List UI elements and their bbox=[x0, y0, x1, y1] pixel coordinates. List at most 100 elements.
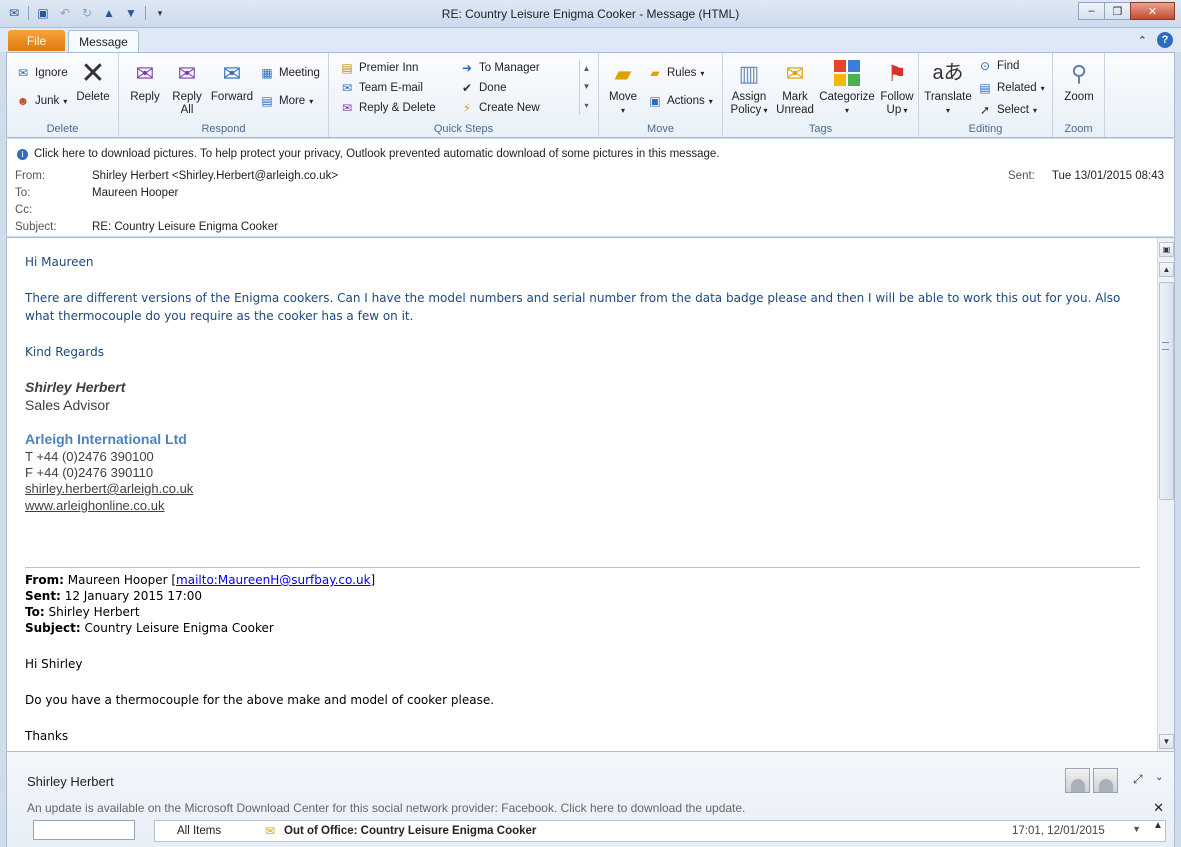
reply-all-button[interactable]: ✉ Reply All bbox=[167, 57, 207, 117]
download-pictures-infobar[interactable]: i Click here to download pictures. To he… bbox=[17, 148, 719, 160]
scroll-down-button[interactable]: ▼ bbox=[1159, 734, 1174, 749]
follow-up-button[interactable]: ⚑ Follow Up ▾ bbox=[877, 57, 917, 117]
calendar-icon: ▦ bbox=[261, 66, 273, 80]
window-title: RE: Country Leisure Enigma Cooker - Mess… bbox=[441, 7, 740, 21]
respond-group-label: Respond bbox=[201, 123, 246, 135]
chevron-down-icon: ▾ bbox=[1040, 83, 1045, 93]
vertical-scrollbar[interactable]: ▣ ▲ ▼ bbox=[1157, 238, 1174, 751]
quoted-mailto-link[interactable]: mailto:MaureenH@surfbay.co.uk bbox=[176, 573, 370, 587]
expand-pane-icon[interactable]: ⤢ bbox=[1133, 772, 1143, 787]
more-respond-button[interactable]: ▤ More ▾ bbox=[259, 93, 313, 109]
avatar[interactable] bbox=[1065, 768, 1090, 793]
quickstep-team-email[interactable]: ✉ Team E-mail bbox=[339, 80, 423, 96]
ignore-label: Ignore bbox=[35, 67, 68, 79]
collapse-ribbon-icon[interactable]: ⌃ bbox=[1138, 34, 1147, 47]
quoted-subject-value: Country Leisure Enigma Cooker bbox=[84, 621, 274, 635]
policy-icon: ▥ bbox=[738, 60, 760, 86]
infobar-text: Click here to download pictures. To help… bbox=[34, 148, 720, 160]
quick-steps-scroll[interactable]: ▲ ▼ ▾ bbox=[579, 59, 593, 115]
close-icon[interactable]: ✕ bbox=[1153, 800, 1164, 816]
from-value[interactable]: Shirley Herbert <Shirley.Herbert@arleigh… bbox=[92, 170, 338, 182]
quickstep-create-new[interactable]: ⚡ Create New bbox=[459, 100, 540, 116]
chevron-down-icon: ▾ bbox=[620, 106, 625, 115]
translate-button[interactable]: aあ Translate ▾ bbox=[923, 57, 973, 117]
editing-group-label: Editing bbox=[968, 123, 1003, 135]
reply-button[interactable]: ✉ Reply bbox=[125, 57, 165, 104]
chevron-down-icon: ▼ bbox=[582, 82, 591, 92]
closing: Kind Regards bbox=[25, 345, 104, 359]
minimize-button[interactable]: – bbox=[1078, 2, 1105, 20]
actions-button[interactable]: ▣ Actions ▾ bbox=[647, 93, 712, 109]
quoted-from: From: Maureen Hooper [mailto:MaureenH@su… bbox=[25, 573, 376, 587]
reply-icon: ✉ bbox=[135, 60, 155, 86]
message-header: i Click here to download pictures. To he… bbox=[6, 139, 1175, 236]
delete-group-label: Delete bbox=[46, 123, 79, 135]
meeting-button[interactable]: ▦ Meeting bbox=[259, 65, 320, 81]
quoted-sent-value: 12 January 2015 17:00 bbox=[64, 589, 203, 603]
junk-label: Junk bbox=[35, 95, 60, 107]
chevron-down-icon: ▾ bbox=[844, 106, 849, 115]
zoom-button[interactable]: ⚲ Zoom bbox=[1057, 57, 1101, 104]
quickstep-premier-inn[interactable]: ▤ Premier Inn bbox=[339, 60, 418, 76]
signature-website-link[interactable]: www.arleighonline.co.uk bbox=[25, 498, 164, 513]
all-items-tab[interactable]: All Items bbox=[177, 825, 221, 837]
quick-steps-group: ▤ Premier Inn ✉ Team E-mail ✉ Reply & De… bbox=[329, 53, 599, 137]
reply-label: Reply bbox=[130, 91, 160, 103]
tags-group: ▥ Assign Policy ▾ ✉ Mark Unread Categori… bbox=[723, 53, 919, 137]
tab-file[interactable]: File bbox=[8, 30, 65, 51]
chevron-down-icon[interactable]: ⌄ bbox=[1155, 772, 1163, 783]
translate-label: Translate bbox=[924, 91, 972, 103]
close-button[interactable]: ✕ bbox=[1130, 2, 1175, 20]
forward-icon: ✉ bbox=[222, 60, 242, 86]
window-controls: – ❐ ✕ bbox=[1078, 2, 1175, 20]
rules-button[interactable]: ▰ Rules ▾ bbox=[647, 65, 704, 81]
people-pane: Shirley Herbert ⤢ ⌄ An update is availab… bbox=[6, 752, 1175, 847]
find-button[interactable]: ⊙ Find bbox=[977, 58, 1019, 74]
related-button[interactable]: ▤ Related ▾ bbox=[977, 80, 1045, 96]
body-paragraph-line1: There are different versions of the Enig… bbox=[25, 291, 1121, 305]
avatar[interactable] bbox=[1093, 768, 1118, 793]
quoted-from-label: From: bbox=[25, 573, 64, 587]
junk-button[interactable]: ☻ Junk ▾ bbox=[15, 93, 68, 109]
select-button[interactable]: ➚ Select ▾ bbox=[977, 102, 1037, 118]
quoted-to-label: To: bbox=[25, 605, 45, 619]
tab-message[interactable]: Message bbox=[68, 30, 139, 53]
reply-all-label-line1: Reply bbox=[172, 91, 202, 103]
assign-policy-line1: Assign bbox=[731, 91, 767, 103]
people-pane-tabs[interactable] bbox=[33, 820, 135, 840]
quickstep-to-manager[interactable]: ➜ To Manager bbox=[459, 60, 540, 76]
forward-button[interactable]: ✉ Forward bbox=[209, 57, 255, 104]
people-pane-items: All Items ✉ Out of Office: Country Leisu… bbox=[154, 820, 1166, 842]
chevron-up-icon[interactable]: ▲ bbox=[1153, 820, 1163, 831]
message-body[interactable]: Hi Maureen There are different versions … bbox=[6, 237, 1175, 752]
list-item[interactable]: Out of Office: Country Leisure Enigma Co… bbox=[284, 825, 536, 837]
quickstep-reply-delete[interactable]: ✉ Reply & Delete bbox=[339, 100, 436, 116]
done-label: Done bbox=[479, 82, 507, 94]
help-icon[interactable]: ? bbox=[1157, 32, 1173, 48]
assign-policy-button[interactable]: ▥ Assign Policy ▾ bbox=[727, 57, 771, 117]
quick-steps-group-label: Quick Steps bbox=[433, 123, 494, 135]
chevron-down-icon[interactable]: ▼ bbox=[1132, 824, 1141, 834]
people-pane-name[interactable]: Shirley Herbert bbox=[27, 774, 114, 789]
editing-group: aあ Translate ▾ ⊙ Find ▤ Related ▾ ➚ Sele… bbox=[919, 53, 1053, 137]
actions-label: Actions bbox=[667, 95, 705, 107]
categorize-button[interactable]: Categorize ▾ bbox=[819, 57, 875, 117]
find-label: Find bbox=[997, 60, 1020, 72]
rules-label: Rules bbox=[667, 67, 697, 79]
reply-all-label-line2: All bbox=[180, 104, 194, 116]
chevron-down-icon: ▾ bbox=[1032, 105, 1037, 115]
view-options-icon[interactable]: ▣ bbox=[1159, 242, 1174, 257]
delete-button[interactable]: ✕ Delete bbox=[73, 57, 113, 104]
to-label: To: bbox=[15, 187, 31, 199]
move-button[interactable]: ▰ Move ▾ bbox=[605, 57, 641, 117]
restore-button[interactable]: ❐ bbox=[1104, 2, 1131, 20]
folder-move-icon: ▰ bbox=[614, 60, 632, 86]
scroll-up-button[interactable]: ▲ bbox=[1159, 262, 1174, 277]
ignore-button[interactable]: ✉ Ignore bbox=[15, 65, 68, 81]
social-update-notice[interactable]: An update is available on the Microsoft … bbox=[27, 801, 745, 815]
mark-unread-button[interactable]: ✉ Mark Unread bbox=[773, 57, 817, 117]
to-value[interactable]: Maureen Hooper bbox=[92, 187, 178, 199]
scroll-thumb[interactable] bbox=[1159, 282, 1174, 500]
signature-email-link[interactable]: shirley.herbert@arleigh.co.uk bbox=[25, 481, 193, 496]
quickstep-done[interactable]: ✔ Done bbox=[459, 80, 507, 96]
